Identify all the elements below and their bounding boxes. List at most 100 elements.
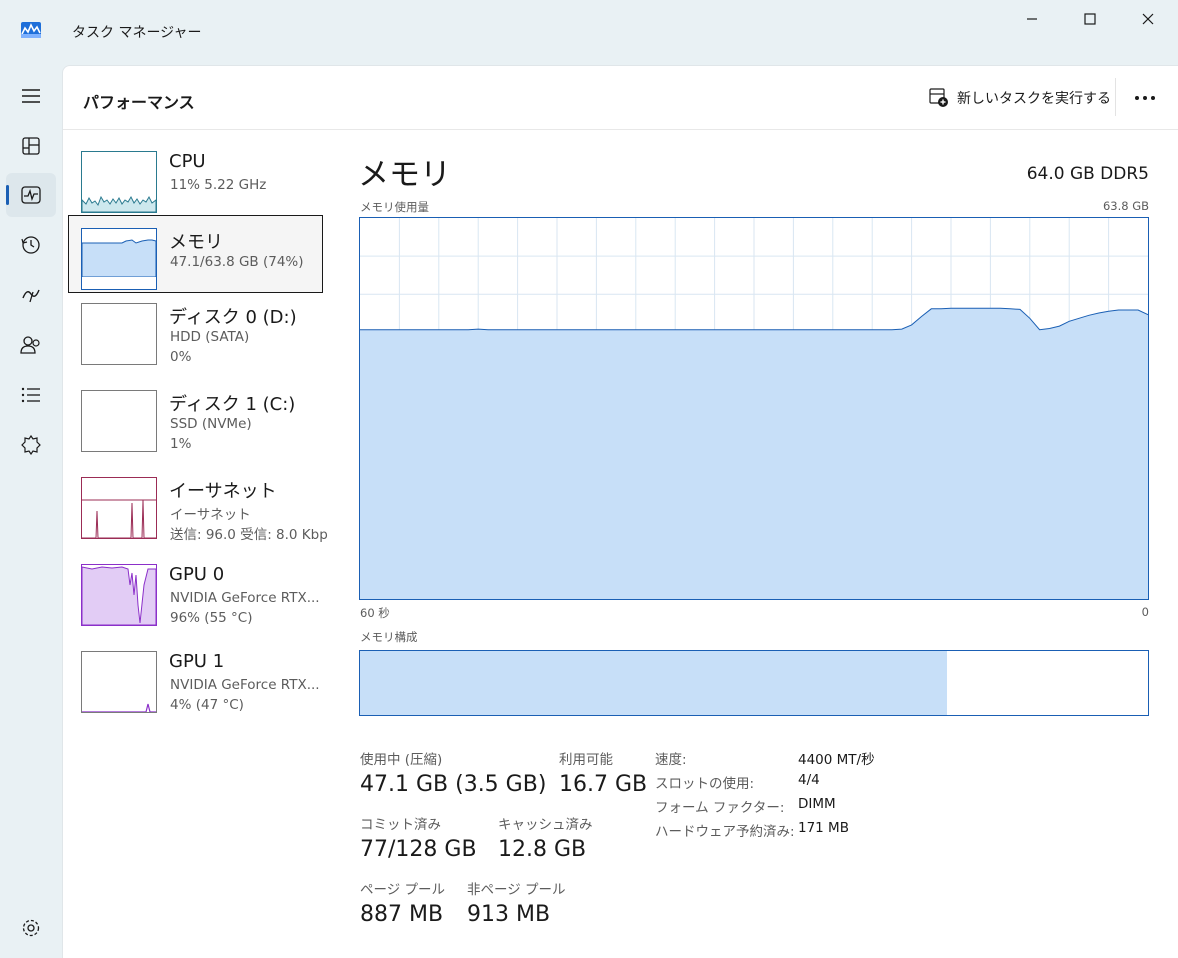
resource-stat: 11% 5.22 GHz <box>170 177 267 193</box>
resource-stat: 96% (55 °C) <box>170 610 253 626</box>
nav-services[interactable] <box>6 423 56 467</box>
composition-standby[interactable] <box>947 651 1105 715</box>
app-history-icon <box>21 236 40 254</box>
resource-name: ディスク 0 (D:) <box>169 307 297 328</box>
stat-cached-value: 12.8 GB <box>498 837 587 862</box>
resource-stat: 0% <box>170 349 192 365</box>
run-task-icon <box>929 88 948 107</box>
composition-in-use[interactable] <box>360 651 946 715</box>
resource-type: イーサネット <box>170 507 251 523</box>
nav-settings[interactable] <box>6 906 56 950</box>
usage-chart-max: 63.8 GB <box>1102 199 1149 213</box>
stat-paged-pool-label: ページ プール <box>360 882 446 898</box>
close-button[interactable] <box>1119 0 1177 38</box>
resource-stat: 1% <box>170 436 192 452</box>
resource-type: NVIDIA GeForce RTX... <box>170 677 320 693</box>
startup-apps-icon <box>22 289 40 303</box>
resource-title: メモリ <box>358 157 451 193</box>
memory-usage-chart <box>359 217 1149 600</box>
resource-name: CPU <box>169 151 206 172</box>
content-panel: パフォーマンス 新しいタスクを実行する CPU 11% 5.22 GHz メモリ… <box>62 65 1178 958</box>
nav-app-history[interactable] <box>6 223 56 267</box>
nav-users[interactable] <box>6 323 56 367</box>
gpu1-thumbnail-graph <box>81 651 157 713</box>
stat-in-use-label: 使用中 (圧縮) <box>360 752 443 768</box>
resource-name: GPU 0 <box>169 564 225 585</box>
resource-stat: 4% (47 °C) <box>170 697 244 713</box>
page-header: パフォーマンス 新しいタスクを実行する <box>63 66 1178 130</box>
stat-paged-pool-value: 887 MB <box>360 902 444 927</box>
nav-performance[interactable] <box>6 173 56 217</box>
maximize-button[interactable] <box>1061 0 1119 38</box>
time-axis-left: 60 秒 <box>360 606 390 620</box>
settings-icon <box>22 919 40 937</box>
stat-in-use-value: 47.1 GB (3.5 GB) <box>360 772 547 797</box>
stat-committed-value: 77/128 GB <box>360 837 477 862</box>
composition-label: メモリ構成 <box>360 630 418 644</box>
resource-stat: 送信: 96.0 受信: 8.0 Kbp <box>170 527 328 543</box>
memory-composition-bar <box>359 650 1149 716</box>
time-axis-right: 0 <box>1141 605 1149 619</box>
detail-form-factor-key: フォーム ファクター: <box>655 800 785 816</box>
stat-cached-label: キャッシュ済み <box>498 817 593 833</box>
task-manager-app-icon <box>21 22 41 38</box>
detail-slots-value: 4/4 <box>798 772 820 788</box>
usage-chart-label: メモリ使用量 <box>360 200 429 214</box>
cpu-thumbnail-graph <box>81 151 157 213</box>
detail-slots-key: スロットの使用: <box>655 776 755 792</box>
resource-item-memory[interactable]: メモリ 47.1/63.8 GB (74%) <box>68 215 323 293</box>
stat-available-label: 利用可能 <box>559 752 613 768</box>
memory-spec: 64.0 GB DDR5 <box>1026 164 1149 184</box>
nav-menu-button[interactable] <box>6 74 56 118</box>
minimize-icon <box>1027 18 1037 20</box>
stat-nonpaged-pool-label: 非ページ プール <box>467 882 566 898</box>
processes-icon <box>22 137 40 155</box>
stat-available-value: 16.7 GB <box>559 772 648 797</box>
resource-item-disk1[interactable]: ディスク 1 (C:) SSD (NVMe) 1% <box>68 390 321 466</box>
more-icon <box>1135 96 1155 100</box>
nav-details[interactable] <box>6 373 56 417</box>
detail-hw-reserved-value: 171 MB <box>798 820 849 836</box>
detail-speed-key: 速度: <box>655 752 687 768</box>
detail-speed-value: 4400 MT/秒 <box>798 752 875 768</box>
resource-name: メモリ <box>169 232 223 253</box>
resource-item-gpu0[interactable]: GPU 0 NVIDIA GeForce RTX... 96% (55 °C) <box>68 564 321 640</box>
navigation-rail <box>0 64 62 957</box>
resource-type: HDD (SATA) <box>170 329 250 345</box>
more-options-button[interactable] <box>1125 83 1165 113</box>
resource-item-ethernet[interactable]: イーサネット イーサネット 送信: 96.0 受信: 8.0 Kbp <box>68 477 328 553</box>
run-task-label: 新しいタスクを実行する <box>957 91 1111 107</box>
detail-hw-reserved-key: ハードウェア予約済み: <box>655 824 795 840</box>
resource-name: イーサネット <box>169 481 277 502</box>
title-bar: タスク マネージャー <box>0 0 1178 64</box>
minimize-button[interactable] <box>1003 0 1061 38</box>
gpu0-thumbnail-graph <box>81 564 157 626</box>
resource-type: NVIDIA GeForce RTX... <box>170 590 320 606</box>
window-title: タスク マネージャー <box>72 25 202 41</box>
stat-nonpaged-pool-value: 913 MB <box>467 902 551 927</box>
resource-item-disk0[interactable]: ディスク 0 (D:) HDD (SATA) 0% <box>68 303 321 379</box>
details-icon <box>21 387 40 403</box>
nav-processes[interactable] <box>6 124 56 168</box>
resource-item-gpu1[interactable]: GPU 1 NVIDIA GeForce RTX... 4% (47 °C) <box>68 651 321 727</box>
composition-free[interactable] <box>1103 651 1148 715</box>
header-divider <box>1115 78 1116 116</box>
usage-area <box>360 308 1148 599</box>
page-title: パフォーマンス <box>83 93 195 112</box>
users-icon <box>20 336 40 354</box>
disk0-thumbnail-graph <box>81 303 157 365</box>
performance-icon <box>21 186 41 204</box>
memory-thumbnail-graph <box>81 228 157 290</box>
ethernet-thumbnail-graph <box>81 477 157 539</box>
maximize-icon <box>1084 13 1096 25</box>
detail-form-factor-value: DIMM <box>798 796 836 812</box>
close-icon <box>1142 13 1154 25</box>
resource-type: SSD (NVMe) <box>170 416 252 432</box>
disk1-thumbnail-graph <box>81 390 157 452</box>
nav-startup-apps[interactable] <box>6 273 56 317</box>
run-new-task-button[interactable]: 新しいタスクを実行する <box>929 86 1111 110</box>
resource-name: GPU 1 <box>169 651 225 672</box>
stat-committed-label: コミット済み <box>360 817 441 833</box>
resource-name: ディスク 1 (C:) <box>169 394 296 415</box>
menu-icon <box>22 89 40 103</box>
